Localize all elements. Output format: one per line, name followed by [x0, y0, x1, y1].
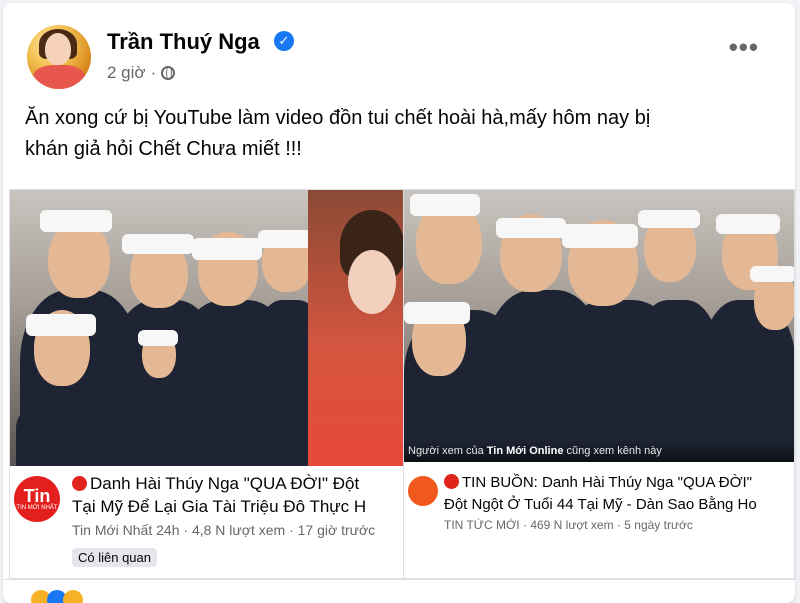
author-avatar[interactable]: [27, 25, 91, 89]
channel-logo-text: Tin: [23, 486, 51, 506]
funeral-photo-right[interactable]: Người xem của Tin Mới Online cũng xem kê…: [404, 190, 794, 462]
post-image-gallery: Tin TIN MỚI NHẤT Danh Hài Thúy Nga "QUA …: [9, 189, 795, 579]
video-info-left: Tin TIN MỚI NHẤT Danh Hài Thúy Nga "QUA …: [10, 466, 404, 578]
globe-icon[interactable]: [161, 66, 176, 80]
facebook-post: Trần Thuý Nga ✓ 2 giờ · ••• Ăn xong cứ bị…: [3, 3, 795, 603]
video-title-line: Danh Hài Thúy Nga "QUA ĐỜI" Đột: [90, 474, 360, 493]
video-title-line: Đột Ngột Ở Tuổi 44 Tại Mỹ - Dàn Sao Bằng…: [444, 496, 757, 513]
view-count: 469 N lượt xem: [530, 518, 614, 532]
verified-badge-icon: ✓: [274, 31, 294, 51]
upload-age: 5 ngày trước: [624, 518, 693, 532]
upload-age: 17 giờ trước: [297, 522, 376, 538]
video-meta: TIN TỨC MỚI · 469 N lượt xem · 5 ngày tr…: [444, 518, 693, 532]
red-dress-panel: [308, 190, 404, 466]
red-circle-icon: [444, 474, 459, 489]
video-card-left[interactable]: Tin TIN MỚI NHẤT Danh Hài Thúy Nga "QUA …: [9, 189, 405, 579]
related-tag[interactable]: Có liên quan: [72, 548, 157, 567]
video-title[interactable]: Danh Hài Thúy Nga "QUA ĐỜI" Đột Tại Mỹ Đ…: [72, 472, 366, 518]
view-count: 4,8 N lượt xem: [191, 522, 286, 538]
watermark-prefix: Người xem của: [408, 445, 484, 457]
video-title-line: TIN BUỒN: Danh Hài Thúy Nga "QUA ĐỜI": [462, 474, 752, 491]
reactions-bar: [3, 579, 795, 603]
wow-reaction-icon[interactable]: [63, 590, 83, 603]
video-info-right: TIN BUỒN: Danh Hài Thúy Nga "QUA ĐỜI" Độ…: [404, 462, 794, 578]
more-options-icon[interactable]: •••: [729, 34, 759, 60]
video-title-line: Tại Mỹ Để Lại Gia Tài Triệu Đô Thực H: [72, 497, 367, 516]
video-card-right[interactable]: Người xem của Tin Mới Online cũng xem kê…: [403, 189, 795, 579]
video-title[interactable]: TIN BUỒN: Danh Hài Thúy Nga "QUA ĐỜI" Độ…: [444, 472, 757, 516]
video-watermark: Người xem của Tin Mới Online cũng xem kê…: [404, 440, 794, 462]
caption-line: khán giả hỏi Chết Chưa miết !!!: [25, 138, 302, 160]
post-caption: Ăn xong cứ bị YouTube làm video đồn tui …: [25, 103, 785, 165]
meta-separator: ·: [150, 63, 157, 82]
channel-logo[interactable]: Tin TIN MỚI NHẤT: [14, 476, 60, 522]
watermark-suffix: cũng xem kênh này: [566, 445, 662, 457]
channel-name[interactable]: Tin Mới Nhất 24h: [72, 522, 179, 538]
channel-logo[interactable]: [408, 476, 438, 506]
post-header: Trần Thuý Nga ✓ 2 giờ · •••: [3, 3, 795, 91]
avatar-face: [45, 33, 71, 65]
avatar-dress: [33, 65, 85, 89]
post-meta: 2 giờ ·: [107, 63, 176, 83]
video-meta: Tin Mới Nhất 24h · 4,8 N lượt xem · 17 g…: [72, 522, 376, 538]
panel-face: [348, 250, 396, 314]
post-time[interactable]: 2 giờ: [107, 63, 146, 83]
channel-name[interactable]: TIN TỨC MỚI: [444, 518, 520, 532]
funeral-photo-left[interactable]: [10, 190, 404, 466]
caption-line: Ăn xong cứ bị YouTube làm video đồn tui …: [25, 107, 651, 129]
channel-logo-subtext: TIN MỚI NHẤT: [16, 505, 58, 511]
red-circle-icon: [72, 476, 87, 491]
author-name[interactable]: Trần Thuý Nga: [107, 29, 260, 55]
watermark-channel: Tin Mới Online: [486, 445, 564, 457]
